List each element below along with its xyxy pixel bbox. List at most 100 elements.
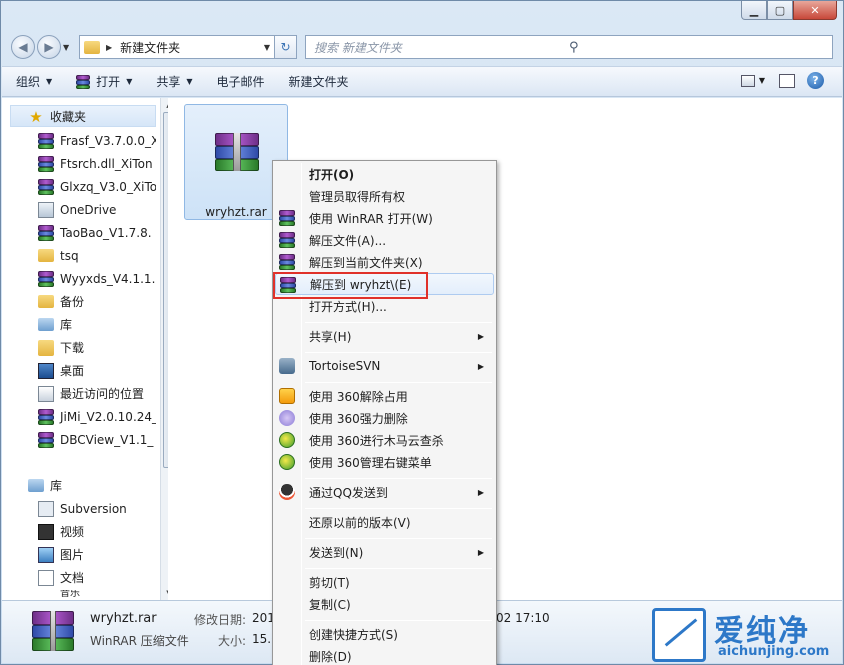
chevron-down-icon[interactable]: ▼	[759, 76, 765, 85]
change-view-icon[interactable]	[740, 74, 755, 87]
email-button[interactable]: 电子邮件	[217, 73, 265, 90]
winrar-icon	[38, 431, 54, 448]
minimize-button[interactable]: ▁	[741, 1, 767, 20]
menu-label: TortoiseSVN	[309, 359, 381, 373]
nav-item-glxzq[interactable]: Glxzq_V3.0_XiTo	[10, 176, 156, 197]
menu-item-tortoisesvn[interactable]: TortoiseSVN ▶	[275, 355, 494, 377]
nav-item-desktop[interactable]: 桌面	[10, 360, 156, 381]
menu-label: 复制(C)	[309, 597, 351, 612]
menu-item-360-unlock[interactable]: 使用 360解除占用	[275, 385, 494, 407]
menu-label: 使用 360解除占用	[309, 389, 408, 404]
nav-label: 桌面	[60, 364, 85, 378]
library-icon	[38, 318, 54, 331]
nav-label: 下载	[60, 341, 85, 355]
menu-label: 共享(H)	[309, 329, 352, 344]
winrar-icon	[38, 155, 54, 172]
nav-label: tsq	[60, 248, 79, 263]
nav-favorites[interactable]: ★ 收藏夹	[10, 106, 156, 127]
share-button[interactable]: 共享 ▼	[156, 73, 192, 90]
pictures-icon	[38, 546, 54, 563]
maximize-button[interactable]: ▢	[767, 1, 793, 20]
recent-pages-dropdown[interactable]: ▼	[63, 43, 75, 52]
menu-label: 使用 WinRAR 打开(W)	[309, 211, 433, 226]
menu-separator	[305, 538, 492, 539]
scroll-down-icon[interactable]: ▼	[161, 586, 168, 600]
menu-item-admin-ownership[interactable]: 管理员取得所有权	[275, 185, 494, 207]
menu-label: 打开(O)	[309, 167, 355, 182]
menu-item-restore[interactable]: 还原以前的版本(V)	[275, 511, 494, 533]
nav-libraries[interactable]: 库	[10, 475, 156, 496]
nav-item-taobao[interactable]: TaoBao_V1.7.8.	[10, 222, 156, 243]
breadcrumb-separator-icon[interactable]: ▶	[106, 43, 112, 52]
nav-label: 收藏夹	[50, 110, 87, 124]
watermark-logo-icon	[652, 608, 706, 662]
winrar-icon	[279, 232, 295, 248]
preview-pane-icon[interactable]	[779, 73, 795, 88]
forward-button[interactable]: ▶	[37, 35, 61, 59]
nav-item-downloads[interactable]: 下载	[10, 337, 156, 358]
menu-item-extract-here[interactable]: 解压到当前文件夹(X)	[275, 251, 494, 273]
menu-item-share[interactable]: 共享(H) ▶	[275, 325, 494, 347]
nav-item-subversion[interactable]: Subversion	[10, 498, 156, 519]
nav-label: 最近访问的位置	[60, 387, 145, 401]
menu-item-extract-files[interactable]: 解压文件(A)...	[275, 229, 494, 251]
nav-item-videos[interactable]: 视频	[10, 521, 156, 542]
address-bar[interactable]: ▶ 新建文件夹 ▼	[79, 35, 275, 59]
menu-item-delete[interactable]: 删除(D)	[275, 645, 494, 665]
winrar-icon	[279, 210, 295, 226]
address-row: ◀ ▶ ▼ ▶ 新建文件夹 ▼ ↻ 搜索 新建文件夹 ⚲	[11, 34, 833, 60]
winrar-icon	[38, 132, 54, 149]
menu-item-send-qq[interactable]: 通过QQ发送到 ▶	[275, 481, 494, 503]
watermark-url: aichunjing.com	[718, 644, 830, 659]
open-button[interactable]: 打开 ▼	[76, 73, 132, 90]
nav-item-dbcview[interactable]: DBCView_V1.1_	[10, 429, 156, 450]
menu-item-360-trojan-scan[interactable]: 使用 360进行木马云查杀	[275, 429, 494, 451]
scroll-up-icon[interactable]: ▲	[161, 98, 168, 112]
toolbar-right: ▼ ?	[740, 72, 824, 89]
details-file-type: WinRAR 压缩文件	[90, 634, 189, 648]
menu-item-send-to[interactable]: 发送到(N) ▶	[275, 541, 494, 563]
address-path[interactable]: 新建文件夹	[120, 39, 264, 56]
video-icon	[38, 523, 54, 540]
qq-penguin-icon	[279, 484, 295, 500]
nav-item-frasf[interactable]: Frasf_V3.7.0.0_X	[10, 130, 156, 151]
nav-item-onedrive[interactable]: OneDrive	[10, 199, 156, 220]
menu-separator	[305, 352, 492, 353]
nav-item-pictures[interactable]: 图片	[10, 544, 156, 565]
forward-arrow-icon: ▶	[44, 40, 54, 54]
menu-label: 还原以前的版本(V)	[309, 515, 411, 530]
menu-item-cut[interactable]: 剪切(T)	[275, 571, 494, 593]
nav-item-backup[interactable]: 备份	[10, 291, 156, 312]
360-security-icon	[279, 432, 295, 448]
nav-item-documents[interactable]: 文档	[10, 567, 156, 588]
menu-item-360-manage-menu[interactable]: 使用 360管理右键菜单	[275, 451, 494, 473]
organize-button[interactable]: 组织 ▼	[16, 73, 52, 90]
menu-item-create-shortcut[interactable]: 创建快捷方式(S)	[275, 623, 494, 645]
nav-item-tsq[interactable]: tsq	[10, 245, 156, 266]
new-folder-button[interactable]: 新建文件夹	[289, 73, 349, 90]
nav-item-library-fav[interactable]: 库	[10, 314, 156, 335]
nav-label: 库	[50, 479, 63, 493]
help-icon[interactable]: ?	[807, 72, 824, 89]
search-input[interactable]: 搜索 新建文件夹 ⚲	[305, 35, 833, 59]
close-button[interactable]: ✕	[793, 1, 837, 20]
winrar-icon	[38, 408, 54, 425]
nav-scrollbar[interactable]: ▲ ▼	[160, 98, 168, 600]
menu-item-360-force-delete[interactable]: 使用 360强力删除	[275, 407, 494, 429]
search-icon[interactable]: ⚲	[569, 40, 824, 55]
highlight-annotation-box	[273, 272, 428, 299]
nav-item-jimi[interactable]: JiMi_V2.0.10.24_	[10, 406, 156, 427]
back-button[interactable]: ◀	[11, 35, 35, 59]
address-dropdown-icon[interactable]: ▼	[264, 43, 270, 52]
nav-item-recent[interactable]: 最近访问的位置	[10, 383, 156, 404]
nav-label: Glxzq_V3.0_XiTo	[60, 179, 156, 194]
menu-item-open-with-winrar[interactable]: 使用 WinRAR 打开(W)	[275, 207, 494, 229]
tortoisesvn-icon	[279, 358, 295, 374]
menu-item-copy[interactable]: 复制(C)	[275, 593, 494, 615]
nav-item-ftsrch[interactable]: Ftsrch.dll_XiTon	[10, 153, 156, 174]
nav-item-wyyxds[interactable]: Wyyxds_V4.1.1.	[10, 268, 156, 289]
nav-item-music[interactable]: 音乐	[10, 590, 156, 600]
scrollbar-thumb[interactable]	[163, 112, 168, 468]
refresh-button[interactable]: ↻	[275, 35, 297, 59]
menu-item-open[interactable]: 打开(O)	[275, 163, 494, 185]
